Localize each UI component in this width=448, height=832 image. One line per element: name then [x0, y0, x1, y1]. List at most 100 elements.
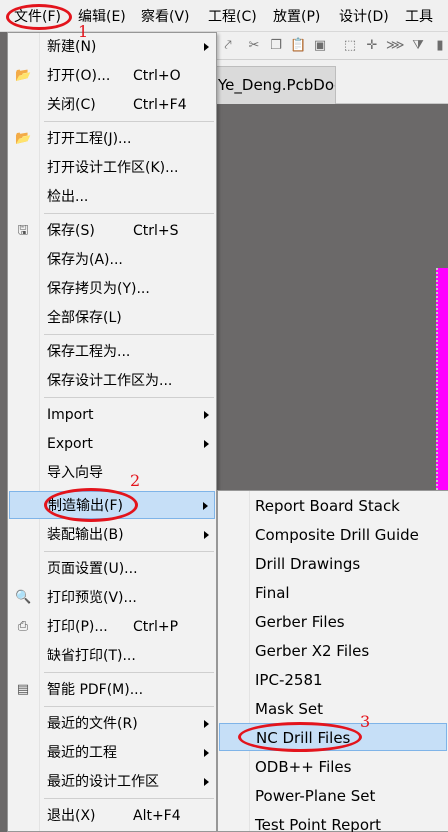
submenu-item-label: IPC-2581: [255, 671, 323, 689]
document-tab[interactable]: Ye_Deng.PcbDoc: [214, 66, 336, 104]
menu-item-exit[interactable]: 退出(X) Alt+F4: [9, 802, 215, 830]
move-icon[interactable]: ✛: [364, 38, 380, 54]
menu-view[interactable]: 察看(V): [141, 0, 190, 32]
menu-item-open-workspace[interactable]: 打开设计工作区(K)...: [9, 154, 215, 182]
menu-item-label: 打开工程(J)...: [47, 131, 132, 147]
menu-item-save-as[interactable]: 保存为(A)...: [9, 246, 215, 274]
submenu-arrow-icon: [204, 440, 209, 448]
menu-item-page-setup[interactable]: 页面设置(U)...: [9, 555, 215, 583]
menu-separator: [44, 334, 214, 335]
menu-item-label: 打印预览(V)...: [47, 590, 137, 606]
file-menu: 新建(N) 📂 打开(O)... Ctrl+O 关闭(C) Ctrl+F4 📂 …: [7, 32, 217, 832]
annotation-number-1: 1: [78, 22, 89, 41]
menu-separator: [44, 672, 214, 673]
menu-item-label: 智能 PDF(M)...: [47, 682, 144, 698]
menu-tools[interactable]: 工具: [405, 0, 433, 32]
submenu-item-label: Final: [255, 584, 290, 602]
menu-item-label: 最近的设计工作区: [47, 774, 159, 790]
menu-item-label: 保存工程为...: [47, 344, 131, 360]
open-project-icon: 📂: [15, 131, 32, 146]
submenu-arrow-icon: [203, 502, 208, 510]
annotation-ring-1: [6, 4, 72, 30]
select-rect-icon[interactable]: ⬚: [342, 38, 358, 54]
submenu-item-gerber-x2-files[interactable]: Gerber X2 Files: [219, 637, 447, 665]
submenu-item-drill-drawings[interactable]: Drill Drawings: [219, 550, 447, 578]
menu-item-label: 缺省打印(T)...: [47, 648, 136, 664]
menu-item-print-preview[interactable]: 🔍 打印预览(V)...: [9, 584, 215, 612]
submenu-item-report-board-stack[interactable]: Report Board Stack: [219, 492, 447, 520]
menu-separator: [44, 551, 214, 552]
menu-item-assembly-outputs[interactable]: 装配输出(B): [9, 521, 215, 549]
menu-place[interactable]: 放置(P): [273, 0, 320, 32]
menu-item-recent-projects[interactable]: 最近的工程: [9, 739, 215, 767]
menu-item-save[interactable]: 🖫 保存(S) Ctrl+S: [9, 217, 215, 245]
submenu-item-ipc-2581[interactable]: IPC-2581: [219, 666, 447, 694]
select-cross-icon[interactable]: ⋙: [386, 38, 405, 54]
submenu-item-test-point-report[interactable]: Test Point Report: [219, 811, 447, 832]
menu-item-label: 关闭(C): [47, 97, 96, 113]
submenu-item-gerber-files[interactable]: Gerber Files: [219, 608, 447, 636]
menu-item-new[interactable]: 新建(N): [9, 33, 215, 61]
menu-separator: [44, 121, 214, 122]
menu-item-shortcut: Ctrl+F4: [133, 97, 187, 113]
menu-item-label: 装配输出(B): [47, 527, 124, 543]
submenu-arrow-icon: [204, 531, 209, 539]
submenu-item-label: Drill Drawings: [255, 555, 361, 573]
clear-filter-icon[interactable]: ⧩: [410, 38, 426, 54]
submenu-item-label: Report Board Stack: [255, 497, 400, 515]
menu-item-save-workspace-as[interactable]: 保存设计工作区为...: [9, 367, 215, 395]
annotation-number-2: 2: [130, 471, 141, 490]
menu-item-default-print[interactable]: 缺省打印(T)...: [9, 642, 215, 670]
menu-item-shortcut: Ctrl+P: [133, 619, 179, 635]
menu-separator: [44, 798, 214, 799]
highlight-icon[interactable]: ▮: [432, 38, 448, 54]
copy-icon[interactable]: ❐: [268, 38, 284, 54]
menu-item-label: 保存(S): [47, 223, 95, 239]
menu-item-open[interactable]: 📂 打开(O)... Ctrl+O: [9, 62, 215, 90]
print-preview-icon: 🔍: [15, 590, 32, 605]
menu-item-shortcut: Ctrl+S: [133, 223, 179, 239]
menu-item-save-project-as[interactable]: 保存工程为...: [9, 338, 215, 366]
submenu-item-power-plane-set[interactable]: Power-Plane Set: [219, 782, 447, 810]
submenu-item-label: Test Point Report: [255, 816, 382, 832]
menu-item-checkout[interactable]: 检出...: [9, 183, 215, 211]
menu-item-label: 检出...: [47, 189, 89, 205]
menu-item-open-project[interactable]: 📂 打开工程(J)...: [9, 125, 215, 153]
annotation-ring-3: [238, 722, 362, 752]
menu-item-recent-files[interactable]: 最近的文件(R): [9, 710, 215, 738]
paste-special-icon[interactable]: ▣: [312, 38, 328, 54]
submenu-item-final[interactable]: Final: [219, 579, 447, 607]
menu-item-label: 保存设计工作区为...: [47, 373, 173, 389]
menu-item-export[interactable]: Export: [9, 430, 215, 458]
submenu-item-odb-files[interactable]: ODB++ Files: [219, 753, 447, 781]
menu-item-smart-pdf[interactable]: ▤ 智能 PDF(M)...: [9, 676, 215, 704]
submenu-item-mask-set[interactable]: Mask Set: [219, 695, 447, 723]
menu-item-label: 最近的工程: [47, 745, 117, 761]
menu-item-label: 保存拷贝为(Y)...: [47, 281, 150, 297]
menu-item-print[interactable]: ⎙ 打印(P)... Ctrl+P: [9, 613, 215, 641]
menu-design[interactable]: 设计(D): [339, 0, 389, 32]
annotation-ring-2: [44, 488, 138, 522]
menu-item-close[interactable]: 关闭(C) Ctrl+F4: [9, 91, 215, 119]
menu-separator: [44, 397, 214, 398]
menu-item-recent-workspaces[interactable]: 最近的设计工作区: [9, 768, 215, 796]
menu-item-import-wizard[interactable]: 导入向导: [9, 459, 215, 487]
paste-icon[interactable]: 📋: [290, 38, 306, 54]
menu-item-label: 导入向导: [47, 465, 103, 481]
menu-item-label: 最近的文件(R): [47, 716, 138, 732]
route-icon[interactable]: ⤤: [220, 38, 236, 54]
menu-item-label: Import: [47, 407, 94, 423]
menu-item-save-all[interactable]: 全部保存(L): [9, 304, 215, 332]
menu-item-save-copy-as[interactable]: 保存拷贝为(Y)...: [9, 275, 215, 303]
save-icon: 🖫: [17, 223, 29, 238]
menu-separator: [44, 213, 214, 214]
menu-item-label: 退出(X): [47, 808, 96, 824]
submenu-item-composite-drill-guide[interactable]: Composite Drill Guide: [219, 521, 447, 549]
submenu-arrow-icon: [204, 411, 209, 419]
cut-icon[interactable]: ✂: [246, 38, 262, 54]
menu-item-import[interactable]: Import: [9, 401, 215, 429]
menu-project[interactable]: 工程(C): [208, 0, 257, 32]
menu-item-label: 打开设计工作区(K)...: [47, 160, 179, 176]
menu-item-shortcut: Alt+F4: [133, 808, 181, 824]
toolbar: ⤤ ✂ ❐ 📋 ▣ ⬚ ✛ ⋙ ⧩ ▮: [214, 32, 448, 60]
